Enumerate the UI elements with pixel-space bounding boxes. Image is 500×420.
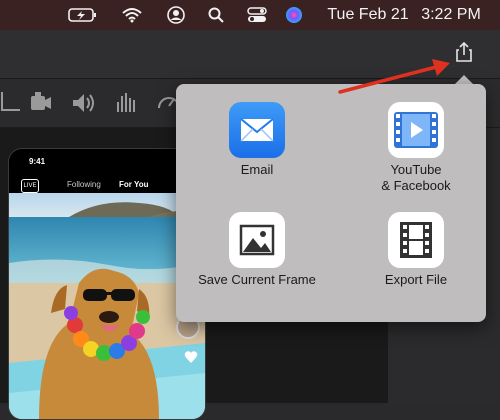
share-option-email[interactable]: Email [219, 102, 295, 178]
menubar-clock[interactable]: 3:22 PM [420, 0, 482, 30]
share-option-label: Email [240, 162, 274, 177]
share-popover: Email YouTube & Facebook Save Current Fr… [176, 84, 486, 322]
control-center-icon[interactable] [245, 0, 269, 30]
menubar-date-text: Tue Feb 21 [327, 6, 409, 23]
youtube-facebook-icon [388, 102, 444, 158]
menubar-date: Tue Feb 21 [322, 0, 414, 30]
film-strip-icon [388, 212, 444, 268]
audio-tool-icon[interactable] [68, 88, 98, 118]
levels-tool-icon[interactable] [112, 88, 142, 118]
share-option-export-file[interactable]: Export File [371, 212, 461, 288]
siri-icon[interactable] [283, 0, 305, 30]
share-option-label: Save Current Frame [198, 272, 316, 287]
wifi-icon[interactable] [119, 0, 145, 30]
phone-time: 9:41 [29, 157, 46, 166]
share-option-label: Export File [384, 272, 448, 287]
tab-for-you: For You [119, 180, 149, 189]
heart-icon [184, 350, 198, 364]
share-option-youtube-facebook[interactable]: YouTube & Facebook [371, 102, 461, 194]
share-option-save-current-frame[interactable]: Save Current Frame [184, 212, 330, 288]
battery-icon[interactable] [68, 0, 98, 30]
tab-following: Following [67, 180, 101, 189]
spotlight-search-icon[interactable] [206, 0, 226, 30]
share-option-label: YouTube & Facebook [381, 162, 451, 193]
live-badge: LIVE [21, 179, 39, 193]
image-frame-icon [229, 212, 285, 268]
camera-tool-icon[interactable] [26, 88, 56, 118]
menubar-time-text: 3:22 PM [421, 6, 481, 23]
annotation-arrow-icon [338, 59, 450, 94]
mail-icon [229, 102, 285, 158]
crop-tool-icon[interactable] [0, 88, 22, 118]
menu-bar: Tue Feb 21 3:22 PM [0, 0, 500, 30]
user-account-icon[interactable] [165, 0, 187, 30]
